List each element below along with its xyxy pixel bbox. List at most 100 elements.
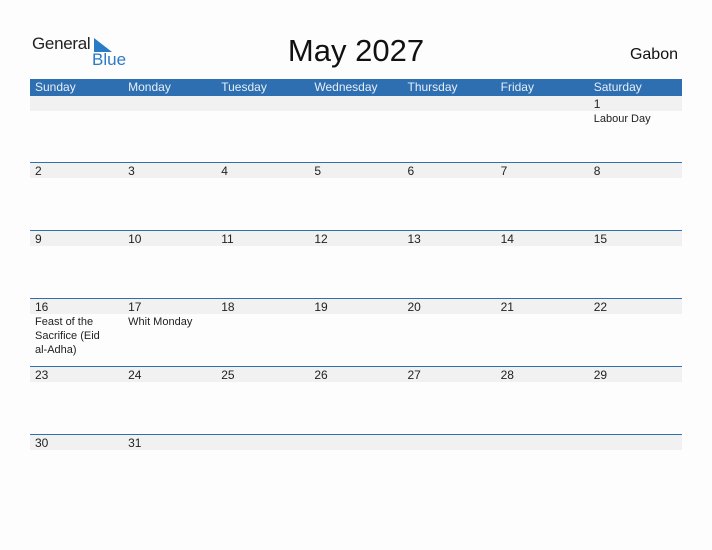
country-label: Gabon [629,46,678,63]
weekday-monday: Monday [128,80,171,94]
day-cell [216,96,309,126]
week-row: 1 Labour Day [30,96,682,162]
day-number [221,435,309,450]
day-number: 31 [128,436,142,450]
day-number: 19 [314,300,328,314]
day-number: 7 [500,164,508,178]
day-cell: 19 [309,299,402,357]
week-row: 9 10 11 12 13 14 15 [30,230,682,298]
week-row: 30 31 [30,434,682,502]
day-cell: 13 [403,231,496,246]
day-number: 23 [35,368,49,382]
day-cell: 27 [403,367,496,382]
day-number [314,435,402,450]
day-number: 25 [221,368,235,382]
day-cell: 4 [216,163,309,178]
day-number: 12 [314,232,328,246]
day-number [501,435,589,450]
day-cell: 1 Labour Day [589,96,682,126]
day-cell [589,435,682,450]
day-number: 2 [35,164,42,178]
weekday-saturday: Saturday [593,80,642,94]
day-cell: 17 Whit Monday [123,299,216,357]
weekday-tuesday: Tuesday [221,80,267,94]
day-number [314,96,402,111]
day-cell [496,435,589,450]
day-cell: 29 [589,367,682,382]
day-number: 20 [407,300,421,314]
day-number: 30 [35,436,49,450]
day-cell: 28 [496,367,589,382]
day-cell [496,96,589,126]
calendar-title: May 2027 [287,33,425,68]
day-number [501,96,589,111]
day-number [128,96,216,111]
day-number: 15 [593,232,608,246]
day-number: 24 [128,368,142,382]
day-cell [309,96,402,126]
day-number [408,96,496,111]
day-number: 1 [593,97,601,111]
day-cell: 8 [589,163,682,178]
day-number: 3 [128,164,135,178]
day-number: 17 [128,300,142,314]
day-cell [30,96,123,126]
day-number [35,96,123,111]
weeks-container: 1 Labour Day 2 3 4 5 6 7 8 9 10 11 12 13 14 15 16 Feast o… [30,96,682,502]
day-cell: 23 [30,367,123,382]
day-cell [403,435,496,450]
day-number: 16 [35,300,49,314]
holiday-label: Whit Monday [128,316,193,328]
day-cell: 5 [309,163,402,178]
day-number: 6 [407,164,415,178]
day-cell: 2 [30,163,123,178]
day-number: 8 [593,164,601,178]
day-cell: 15 [589,231,682,246]
day-cell: 9 [30,231,123,246]
week-row: 16 Feast of the Sacrifice (Eid al-Adha) 17… [30,298,682,366]
day-cell [309,435,402,450]
weekday-header: Sunday Monday Tuesday Wednesday Thursday Frid… [30,79,682,96]
day-cell: 30 [30,435,123,450]
week-row: 23 24 25 26 27 28 29 [30,366,682,434]
day-cell: 25 [216,367,309,382]
day-cell [123,96,216,126]
day-cell: 3 [123,163,216,178]
day-cell [216,435,309,450]
holiday-label: Labour Day [593,113,651,125]
day-cell [403,96,496,126]
day-cell: 14 [496,231,589,246]
day-cell: 24 [123,367,216,382]
weekday-sunday: Sunday [35,80,76,94]
weekday-thursday: Thursday [407,80,458,94]
day-number: 27 [407,368,421,382]
weekday-friday: Friday [500,80,534,94]
day-cell: 16 Feast of the Sacrifice (Eid al-Adha) [30,299,123,357]
holiday-label: Feast of the Sacrifice (Eid al-Adha) [35,316,100,356]
day-cell: 11 [216,231,309,246]
day-cell: 21 [496,299,589,357]
day-number: 5 [314,164,322,178]
day-number: 13 [407,232,421,246]
day-cell: 22 [589,299,682,357]
day-number: 9 [35,232,42,246]
day-cell: 20 [403,299,496,357]
day-number: 10 [128,232,142,246]
weekday-wednesday: Wednesday [314,80,378,94]
day-number [408,435,496,450]
day-number: 26 [314,368,328,382]
day-cell: 18 [216,299,309,357]
day-number: 21 [500,300,514,314]
day-number [594,435,682,450]
week-row: 2 3 4 5 6 7 8 [30,162,682,230]
day-cell: 12 [309,231,402,246]
calendar-grid: Sunday Monday Tuesday Wednesday Thursday Frid… [30,79,682,502]
day-number: 22 [593,300,608,314]
day-cell: 31 [123,435,216,450]
day-number: 18 [221,300,235,314]
day-number: 11 [221,232,234,246]
day-cell: 7 [496,163,589,178]
day-cell: 6 [403,163,496,178]
day-number: 4 [221,164,228,178]
day-cell: 26 [309,367,402,382]
